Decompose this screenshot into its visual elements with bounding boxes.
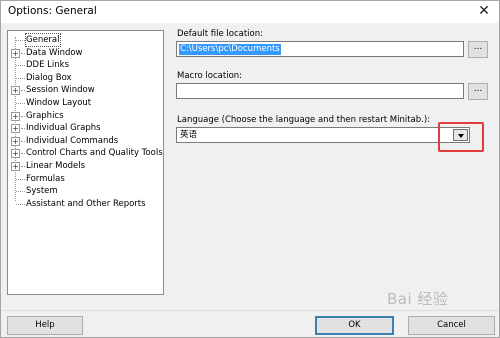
tree-connector bbox=[21, 128, 25, 130]
tree-item-label: Session Window bbox=[26, 85, 95, 96]
tree-connector bbox=[21, 166, 25, 167]
watermark: Bai 经验 bbox=[387, 290, 449, 308]
tree-connector bbox=[21, 153, 25, 155]
tree-item-label: Individual Commands bbox=[26, 135, 119, 146]
tree-item-label: DDE Links bbox=[26, 60, 69, 71]
tree-connector bbox=[16, 65, 25, 67]
tree-item-label: Control Charts and Quality Tools bbox=[26, 148, 163, 159]
tree-item-label: Graphics bbox=[26, 110, 64, 121]
expand-plus-icon[interactable]: + bbox=[11, 149, 20, 159]
tree-item[interactable]: + Data Window bbox=[8, 47, 163, 59]
tree-item-label: Individual Graphs bbox=[26, 123, 101, 134]
expand-plus-icon[interactable]: + bbox=[11, 111, 20, 121]
tree-connector bbox=[21, 52, 25, 54]
tree-item[interactable]: Formulas bbox=[8, 173, 163, 185]
cancel-button[interactable]: Cancel bbox=[408, 316, 495, 335]
default-file-browse-button[interactable]: ... bbox=[468, 41, 488, 58]
tree-connector bbox=[16, 103, 25, 104]
title-bar[interactable]: Options: General ✕ bbox=[1, 1, 499, 23]
tree-connector bbox=[21, 90, 25, 92]
tree-connector bbox=[16, 203, 25, 205]
tree-item[interactable]: + Individual Commands bbox=[8, 135, 163, 147]
tree-item[interactable]: Dialog Box bbox=[8, 72, 163, 84]
macro-location-label: Macro location: bbox=[177, 71, 243, 81]
language-label: Language (Choose the language and then r… bbox=[177, 115, 431, 125]
tree-connector bbox=[16, 191, 25, 193]
options-dialog: Options: General ✕ General + Data Window DD… bbox=[0, 0, 500, 338]
tree-item-label: Formulas bbox=[26, 173, 65, 184]
expand-plus-icon[interactable]: + bbox=[11, 48, 20, 58]
tree-item-label: Assistant and Other Reports bbox=[26, 198, 146, 209]
language-select[interactable]: 英语 bbox=[176, 127, 470, 143]
tree-connector bbox=[16, 77, 25, 79]
ok-button[interactable]: OK bbox=[315, 316, 394, 335]
close-icon[interactable]: ✕ bbox=[469, 1, 499, 23]
footer-separator bbox=[1, 310, 499, 311]
tree-item[interactable]: DDE Links bbox=[8, 59, 163, 71]
tree-item[interactable]: + Individual Graphs bbox=[8, 122, 163, 134]
tree-connector bbox=[16, 40, 25, 41]
tree-connector bbox=[21, 140, 25, 142]
tree-item[interactable]: + Graphics bbox=[8, 110, 163, 122]
window-title: Options: General bbox=[8, 5, 97, 17]
expand-plus-icon[interactable]: + bbox=[11, 162, 20, 171]
tree-connector bbox=[21, 115, 25, 117]
expand-plus-icon[interactable]: + bbox=[11, 86, 20, 96]
tree-item[interactable]: General bbox=[8, 33, 163, 47]
tree-connector bbox=[16, 178, 25, 180]
tree-item-label: Dialog Box bbox=[26, 72, 72, 83]
tree-item-label: Window Layout bbox=[26, 98, 92, 108]
options-tree[interactable]: General + Data Window DDE Links Dialog Box + S… bbox=[7, 30, 164, 295]
tree-item-label: Data Window bbox=[26, 47, 83, 58]
tree-item-label: General bbox=[25, 33, 61, 47]
expand-plus-icon[interactable]: + bbox=[11, 136, 20, 146]
help-button[interactable]: Help bbox=[7, 316, 83, 335]
tree-item-label: Linear Models bbox=[26, 161, 86, 171]
tree-item[interactable]: + Linear Models bbox=[8, 160, 163, 172]
tree-item-label: System bbox=[26, 186, 58, 197]
macro-location-input[interactable] bbox=[176, 83, 464, 99]
tree-item[interactable]: Assistant and Other Reports bbox=[8, 198, 163, 210]
default-file-location-value: C:\Users\pc\Documents bbox=[179, 44, 281, 55]
default-file-location-input[interactable]: C:\Users\pc\Documents bbox=[176, 41, 464, 57]
tree-item[interactable]: + Control Charts and Quality Tools bbox=[8, 147, 163, 159]
default-file-location-label: Default file location: bbox=[177, 29, 263, 39]
expand-plus-icon[interactable]: + bbox=[11, 124, 20, 134]
macro-browse-button[interactable]: ... bbox=[468, 83, 488, 100]
tree-item[interactable]: + Session Window bbox=[8, 84, 163, 96]
tree-item[interactable]: System bbox=[8, 185, 163, 197]
language-value: 英语 bbox=[180, 130, 198, 140]
tree-item[interactable]: Window Layout bbox=[8, 97, 163, 109]
annotation-highlight-box bbox=[438, 122, 484, 152]
